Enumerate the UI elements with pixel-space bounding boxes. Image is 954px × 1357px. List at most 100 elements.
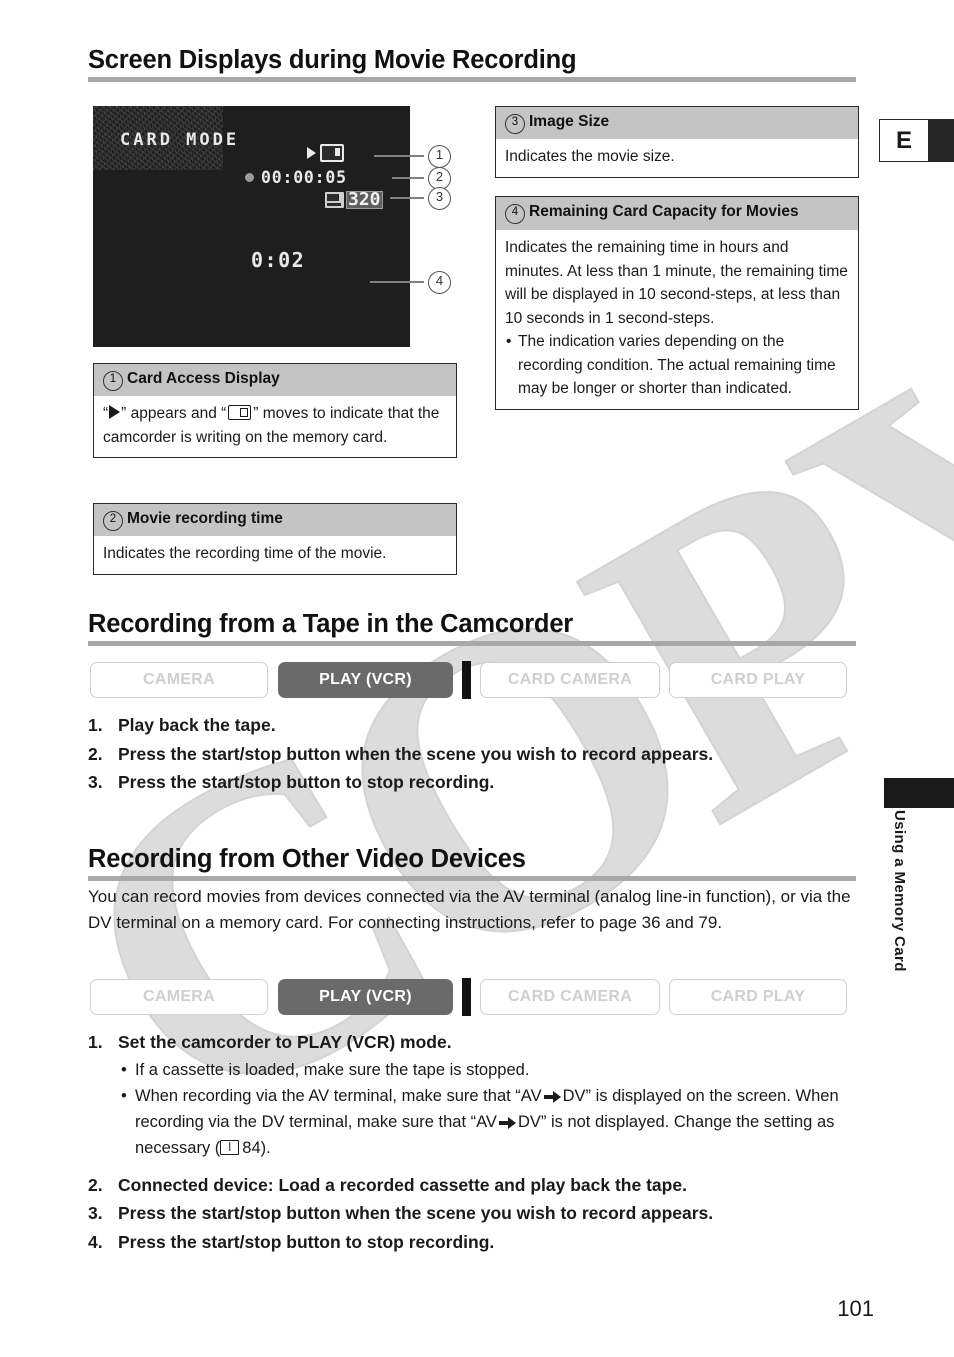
steps-list-tape: 1. Play back the tape. 2. Press the star… <box>88 712 863 798</box>
osd-remaining-capacity: 0:02 <box>251 248 306 272</box>
chapter-tab-marker <box>884 778 954 808</box>
list-item: 1. Set the camcorder to PLAY (VCR) mode.… <box>88 1029 863 1166</box>
step-number: 4. <box>88 1231 103 1252</box>
osd-card-access-display <box>307 144 344 162</box>
document-page: COPY Screen Displays during Movie Record… <box>0 0 954 1357</box>
steps-list-other-devices: 1. Set the camcorder to PLAY (VCR) mode.… <box>88 1029 863 1257</box>
step-text: Connected device: Load a recorded casset… <box>118 1174 687 1195</box>
infobox-header: 1 Card Access Display <box>94 364 456 396</box>
mode-button-camera[interactable]: CAMERA <box>90 662 268 698</box>
movie-size-icon <box>325 192 344 208</box>
record-dot-icon <box>245 173 254 182</box>
heading-rule <box>88 875 856 881</box>
language-tab: E <box>879 119 954 162</box>
step-text: Press the start/stop button when the sce… <box>118 1203 714 1224</box>
osd-recording-time: 00:00:05 <box>261 168 347 187</box>
page-title: Screen Displays during Movie Recording <box>88 46 577 74</box>
mode-button-camera[interactable]: CAMERA <box>90 979 268 1015</box>
quote-open: “ <box>103 405 109 422</box>
language-tab-letter: E <box>879 119 929 162</box>
mode-button-play-vcr[interactable]: PLAY (VCR) <box>278 662 453 698</box>
step-number: 1. <box>88 715 103 735</box>
infobox-header: 3 Image Size <box>496 107 858 139</box>
osd-image-size-row: 320 <box>325 191 383 209</box>
mode-separator <box>462 661 471 699</box>
callout-line-4 <box>370 281 424 283</box>
infobox-body-text: Indicates the movie size. <box>505 148 675 165</box>
mode-button-play-vcr[interactable]: PLAY (VCR) <box>278 979 453 1015</box>
mode-bar-other-devices: CAMERA PLAY (VCR) CARD CAMERA CARD PLAY <box>90 977 860 1017</box>
callout-number-3: 3 <box>428 187 451 210</box>
heading-rule <box>88 640 856 646</box>
chapter-side-label: Using a Memory Card <box>891 810 908 972</box>
list-item: 2. Press the start/stop button when the … <box>88 741 863 768</box>
infobox-body: “” appears and “” moves to indicate that… <box>94 396 456 457</box>
osd-recording-time-row: 00:00:05 <box>245 168 347 187</box>
mode-bar-tape: CAMERA PLAY (VCR) CARD CAMERA CARD PLAY <box>90 660 860 700</box>
infobox-number: 1 <box>103 371 123 391</box>
section-title: Recording from Other Video Devices <box>88 845 526 873</box>
osd-image-size-value: 320 <box>346 189 383 210</box>
infobox-body-text: “” appears and “” moves to indicate that… <box>103 402 447 449</box>
mode-button-card-camera[interactable]: CARD CAMERA <box>480 979 660 1015</box>
camcorder-screen-image: CARD MODE 00:00:05 320 0:02 <box>93 106 410 347</box>
step-text: Press the start/stop button when the sce… <box>118 743 714 764</box>
step-number: 1. <box>88 1032 103 1052</box>
list-item: 1. Play back the tape. <box>88 712 863 739</box>
infobox-header: 2 Movie recording time <box>94 504 456 536</box>
list-item: 3. Press the start/stop button to stop r… <box>88 769 863 796</box>
step-number: 2. <box>88 1174 103 1195</box>
step-bullet-list: If a cassette is loaded, make sure the t… <box>118 1058 863 1163</box>
play-triangle-icon <box>307 147 316 159</box>
infobox-title: Card Access Display <box>127 370 280 387</box>
mode-button-card-camera[interactable]: CARD CAMERA <box>480 662 660 698</box>
page-number: 101 <box>837 1296 874 1321</box>
infobox-remaining-card-capacity: 4 Remaining Card Capacity for Movies Ind… <box>495 196 859 410</box>
right-arrow-icon <box>498 1117 516 1130</box>
mode-button-card-play[interactable]: CARD PLAY <box>669 979 847 1015</box>
infobox-number: 4 <box>505 204 525 224</box>
infobox-body: Indicates the remaining time in hours an… <box>496 230 858 409</box>
infobox-body: Indicates the recording time of the movi… <box>94 536 456 574</box>
infobox-number: 3 <box>505 114 525 134</box>
memory-card-icon <box>228 405 252 420</box>
infobox-body-text: Indicates the recording time of the movi… <box>103 545 387 562</box>
infobox-movie-recording-time: 2 Movie recording time Indicates the rec… <box>93 503 457 575</box>
infobox-body-text: Indicates the remaining time in hours an… <box>505 239 848 327</box>
list-item: 2. Connected device: Load a recorded cas… <box>88 1172 863 1199</box>
step-number: 2. <box>88 743 103 764</box>
callout-number-4: 4 <box>428 271 451 294</box>
right-arrow-icon <box>543 1091 561 1104</box>
step-text: Press the start/stop button to stop reco… <box>118 1231 495 1252</box>
callout-line-3 <box>390 197 424 199</box>
bullet-text-a: When recording via the AV terminal, make… <box>135 1087 542 1106</box>
list-item: When recording via the AV terminal, make… <box>118 1084 863 1161</box>
mode-separator <box>462 978 471 1016</box>
callout-number-1: 1 <box>428 145 451 168</box>
section-heading-recording-from-tape: Recording from a Tape in the Camcorder <box>88 610 856 646</box>
infobox-number: 2 <box>103 511 123 531</box>
infobox-header: 4 Remaining Card Capacity for Movies <box>496 197 858 230</box>
osd-card-mode-label: CARD MODE <box>120 130 240 150</box>
intro-paragraph: You can record movies from devices conne… <box>88 887 851 932</box>
infobox-body: Indicates the movie size. <box>496 139 858 177</box>
step-text: Press the start/stop button to stop reco… <box>118 772 495 793</box>
step-number: 3. <box>88 772 103 793</box>
callout-line-1 <box>374 155 424 157</box>
section-heading-recording-from-other: Recording from Other Video Devices <box>88 845 856 881</box>
body-mid-text: ” appears and “ <box>121 405 227 422</box>
heading-rule <box>88 76 856 82</box>
book-icon <box>220 1139 240 1155</box>
list-item: If a cassette is loaded, make sure the t… <box>118 1058 863 1084</box>
play-triangle-icon <box>109 405 121 419</box>
infobox-title: Remaining Card Capacity for Movies <box>529 203 799 220</box>
list-item: The indication varies depending on the r… <box>505 330 849 401</box>
mode-button-card-play[interactable]: CARD PLAY <box>669 662 847 698</box>
infobox-title: Movie recording time <box>127 510 283 527</box>
list-item: 4. Press the start/stop button to stop r… <box>88 1229 863 1256</box>
infobox-title: Image Size <box>529 113 610 130</box>
callout-line-2 <box>392 177 424 179</box>
step-number: 3. <box>88 1203 103 1224</box>
section-title: Recording from a Tape in the Camcorder <box>88 610 574 638</box>
infobox-card-access-display: 1 Card Access Display “” appears and “” … <box>93 363 457 459</box>
